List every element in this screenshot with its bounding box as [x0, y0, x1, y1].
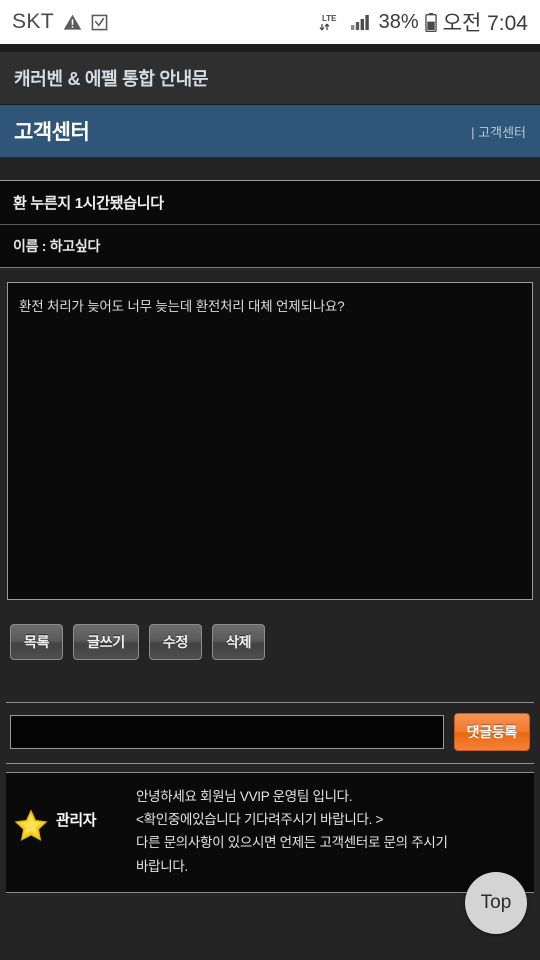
comment-submit-button[interactable]: 댓글등록	[453, 713, 530, 751]
comment-line-2: <확인중에있습니다 기다려주시기 바랍니다. >	[136, 812, 384, 828]
comment-list-divider	[6, 763, 534, 764]
battery-icon	[424, 12, 437, 32]
signal-bars-icon	[350, 14, 373, 30]
article-title: 환 누른지 1시간됐습니다	[0, 180, 540, 225]
page-title: 고객센터	[14, 121, 90, 144]
comment-author-name: 관리자	[56, 812, 97, 829]
clock-label: 오전 7:04	[442, 12, 528, 35]
article-action-buttons: 목록 글쓰기 수정 삭제	[0, 600, 540, 660]
star-icon	[14, 809, 48, 842]
comment-body: 안녕하세요 회원님 VVIP 운영팀 입니다. <확인중에있습니다 기다려주시기…	[136, 785, 524, 878]
write-button[interactable]: 글쓰기	[73, 624, 139, 660]
comment-author-block: 관리자	[14, 785, 136, 878]
checkbox-icon	[91, 14, 108, 31]
article: 환 누른지 1시간됐습니다 이름 : 하고싶다 환전 처리가 늦어도 너무 늦는…	[0, 180, 540, 600]
list-button[interactable]: 목록	[10, 624, 64, 660]
status-bar: SKT LTE 38% 오전 7:04	[0, 0, 540, 44]
article-author: 이름 : 하고싶다	[0, 225, 540, 268]
comment-line-1: 안녕하세요 회원님 VVIP 운영팀 입니다.	[136, 789, 353, 804]
top-strip	[0, 44, 540, 52]
delete-button[interactable]: 삭제	[212, 624, 266, 660]
battery-percent-label: 38%	[378, 10, 419, 33]
scroll-to-top-button[interactable]: Top	[465, 872, 527, 934]
site-title: 캐러벤 & 에펠 통합 안내문	[14, 69, 209, 89]
warning-triangle-icon	[63, 13, 82, 32]
spacer-above-article	[0, 158, 540, 180]
spacer-above-comments	[0, 660, 540, 702]
comment-line-3: 다른 문의사항이 있으시면 언제든 고객센터로 문의 주시기	[136, 835, 448, 851]
svg-text:LTE: LTE	[322, 14, 337, 23]
article-body: 환전 처리가 늦어도 너무 늦는데 환전처리 대체 언제되나요?	[7, 282, 533, 600]
comment-item: 관리자 안녕하세요 회원님 VVIP 운영팀 입니다. <확인중에있습니다 기다…	[6, 772, 534, 893]
site-title-bar: 캐러벤 & 에펠 통합 안내문	[0, 52, 540, 105]
comment-line-4: 바랍니다.	[136, 858, 188, 874]
comment-input[interactable]	[10, 715, 444, 749]
spacer-above-body	[0, 268, 540, 282]
lte-icon: LTE	[319, 12, 345, 32]
status-bar-left: SKT	[12, 10, 108, 34]
edit-button[interactable]: 수정	[148, 624, 203, 660]
carrier-label: SKT	[12, 10, 55, 33]
breadcrumb: | 고객센터	[471, 124, 526, 140]
page-header: 고객센터 | 고객센터	[0, 105, 540, 158]
comment-form: 댓글등록	[0, 703, 540, 763]
status-bar-right: LTE 38% 오전 7:04	[319, 7, 528, 37]
